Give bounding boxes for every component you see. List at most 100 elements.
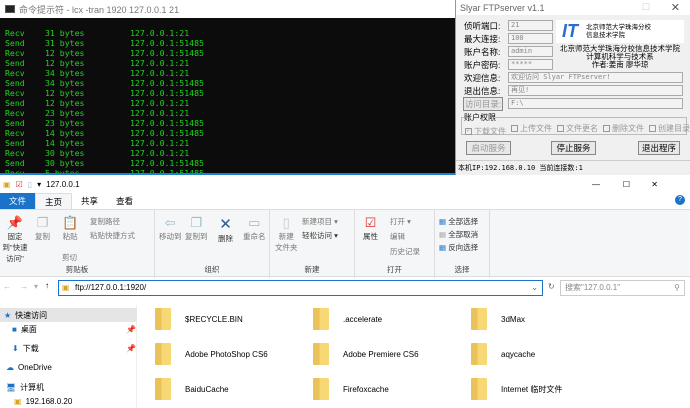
pin-quick-access-button[interactable]: 📌 固定到"快速访问" [0, 215, 30, 264]
sidebar-item-computer[interactable]: 🖥 计算机 [6, 382, 44, 393]
search-input[interactable]: 搜索"127.0.0.1" ⚲ [560, 280, 685, 296]
folder-name: .accelerate [343, 314, 383, 324]
move-to-button[interactable]: ⇦ 移动到 [159, 215, 182, 242]
exit-input[interactable]: 再见! [508, 85, 683, 96]
sidebar-item-quick-access[interactable]: ★ 快速访问 [0, 308, 137, 322]
logo-text: IT [562, 21, 578, 41]
tab-2[interactable]: 共享 [72, 193, 107, 209]
easy-access-button[interactable]: 轻松访问 ▾ [302, 230, 338, 241]
invert-selection-button[interactable]: ▦ 反向选择 [439, 242, 478, 253]
terminal-cell: 12 bytes [45, 98, 85, 108]
permission-checkbox[interactable]: ✓ 下载文件 [465, 126, 506, 137]
maxconn-input[interactable]: 100 [508, 33, 553, 44]
terminal-line: Send 23 bytes 127.0.0.1:51485 [5, 118, 455, 128]
properties-button[interactable]: ☑ 属性 [363, 215, 378, 242]
checkbox-icon [649, 125, 656, 132]
address-input[interactable]: ▣ ftp://127.0.0.1:1920/ ⌄ [58, 280, 543, 296]
terminal-cell: Recv [5, 48, 25, 58]
open-label: 打开 [387, 265, 402, 274]
select-all-button[interactable]: ▦ 全部选择 [439, 216, 478, 227]
copy-path-button[interactable]: 复制路径 [90, 216, 120, 227]
back-button[interactable]: ← [3, 282, 11, 291]
tab-3[interactable]: 查看 [107, 193, 142, 209]
folder-item[interactable]: aqycache [471, 343, 535, 365]
forward-button[interactable]: → [20, 282, 28, 291]
new-folder-button[interactable]: ▯ 新建 文件夹 [275, 215, 298, 253]
permission-checkbox[interactable]: 文件更名 [557, 123, 598, 134]
permission-checkbox[interactable]: 创建目录 [649, 123, 690, 134]
copy-to-button[interactable]: ❐ 复制到 [185, 215, 208, 242]
rename-button[interactable]: ▭ 重命名 [243, 215, 266, 242]
pin-icon[interactable]: 📌 [126, 325, 136, 334]
permission-checkbox[interactable]: 删除文件 [603, 123, 644, 134]
folder-item[interactable]: BaiduCache [155, 378, 229, 400]
recent-dropdown[interactable]: ▾ [34, 282, 38, 291]
tab-0[interactable]: 文件 [0, 193, 36, 209]
folder-icon [471, 378, 487, 400]
refresh-button[interactable]: ↻ [548, 282, 555, 291]
welcome-input[interactable]: 欢迎访问 Slyar FTPserver! [508, 72, 683, 83]
logo-school: 北京师范大学珠海分校 信息技术学院 [586, 23, 651, 39]
dir-input[interactable]: F:\ [508, 98, 683, 109]
quit-button[interactable]: 退出程序 [638, 141, 680, 155]
paste-button[interactable]: 📋 粘贴 [62, 215, 78, 242]
close-button[interactable]: ✕ [671, 1, 680, 14]
delete-button[interactable]: ✕ 删除 [218, 215, 233, 244]
start-service-button[interactable]: 启动服务 [466, 141, 511, 155]
new-item-button[interactable]: 新建项目 ▾ [302, 216, 338, 227]
dir-button[interactable]: 访问目录: [463, 97, 503, 111]
pin-icon[interactable]: 📌 [126, 344, 136, 353]
pass-input[interactable]: ***** [508, 59, 553, 70]
close-button[interactable]: ✕ [651, 180, 658, 189]
select-none-button[interactable]: ▦ 全部取消 [439, 229, 478, 240]
paste-shortcut-button[interactable]: 粘贴快捷方式 [90, 230, 135, 241]
cmd-icon [5, 5, 15, 13]
new-folder-quick-icon[interactable]: ▯ [28, 180, 32, 189]
permission-label: 文件更名 [566, 124, 598, 133]
folder-name: BaiduCache [185, 384, 229, 394]
sidebar-label: 桌面 [20, 325, 37, 334]
sidebar-label: 计算机 [20, 383, 45, 392]
tab-1[interactable]: 主页 [35, 193, 73, 209]
up-button[interactable]: ↑ [45, 281, 49, 290]
edit-button[interactable]: 编辑 [390, 231, 405, 242]
explorer-title: 127.0.0.1 [46, 179, 80, 189]
sidebar-item-desktop[interactable]: ■ 桌面 [12, 324, 37, 335]
folder-item[interactable]: Adobe Premiere CS6 [313, 343, 419, 365]
copy-button[interactable]: ❐ 复制 [35, 215, 50, 242]
terminal-cell: 127.0.0.1:21 [130, 108, 190, 118]
address-dropdown[interactable]: ⌄ [531, 281, 538, 295]
sidebar-item-onedrive[interactable]: ☁ OneDrive [6, 363, 52, 372]
maximize-button[interactable]: ☐ [642, 2, 650, 13]
permission-checkbox[interactable]: 上传文件 [511, 123, 552, 134]
folder-item[interactable]: Internet 临时文件 [471, 378, 562, 400]
help-icon[interactable]: ? [675, 195, 685, 205]
port-input[interactable]: 21 [508, 20, 553, 31]
terminal-cell: 12 bytes [45, 88, 85, 98]
sidebar-item-downloads[interactable]: ⬇ 下载 [12, 343, 39, 354]
stop-service-button[interactable]: 停止服务 [551, 141, 596, 155]
terminal-cell: 127.0.0.1:51485 [130, 158, 204, 168]
sidebar-label: OneDrive [18, 363, 52, 372]
user-input[interactable]: admin [508, 46, 553, 57]
properties-quick-icon[interactable]: ☑ [16, 180, 23, 189]
open-button[interactable]: 打开 ▾ [390, 216, 411, 227]
maximize-button[interactable]: ☐ [623, 180, 630, 189]
checkbox-icon: ✓ [465, 128, 472, 135]
cut-button[interactable]: 剪切 [62, 252, 77, 263]
minimize-button[interactable]: — [592, 180, 600, 189]
author-text: 作者:姜南 廖华琼 [591, 60, 649, 69]
folder-item[interactable]: Firefoxcache [313, 378, 389, 400]
history-button[interactable]: 历史记录 [390, 246, 420, 257]
terminal-line: Send 12 bytes 127.0.0.1:21 [5, 98, 455, 108]
invert-label: 反向选择 [448, 243, 479, 252]
terminal-cell: 30 bytes [45, 148, 85, 158]
terminal-cell: 12 bytes [45, 58, 85, 68]
folder-item[interactable]: Adobe PhotoShop CS6 [155, 343, 268, 365]
quick-access-dropdown-icon[interactable]: ▾ [37, 180, 41, 189]
school-logo: IT 北京师范大学珠海分校 信息技术学院 [556, 20, 684, 43]
folder-item[interactable]: $RECYCLE.BIN [155, 308, 243, 330]
folder-item[interactable]: 3dMax [471, 308, 525, 330]
sidebar-item-network-location[interactable]: ▣ 192.168.0.20 [14, 397, 72, 406]
folder-item[interactable]: .accelerate [313, 308, 382, 330]
